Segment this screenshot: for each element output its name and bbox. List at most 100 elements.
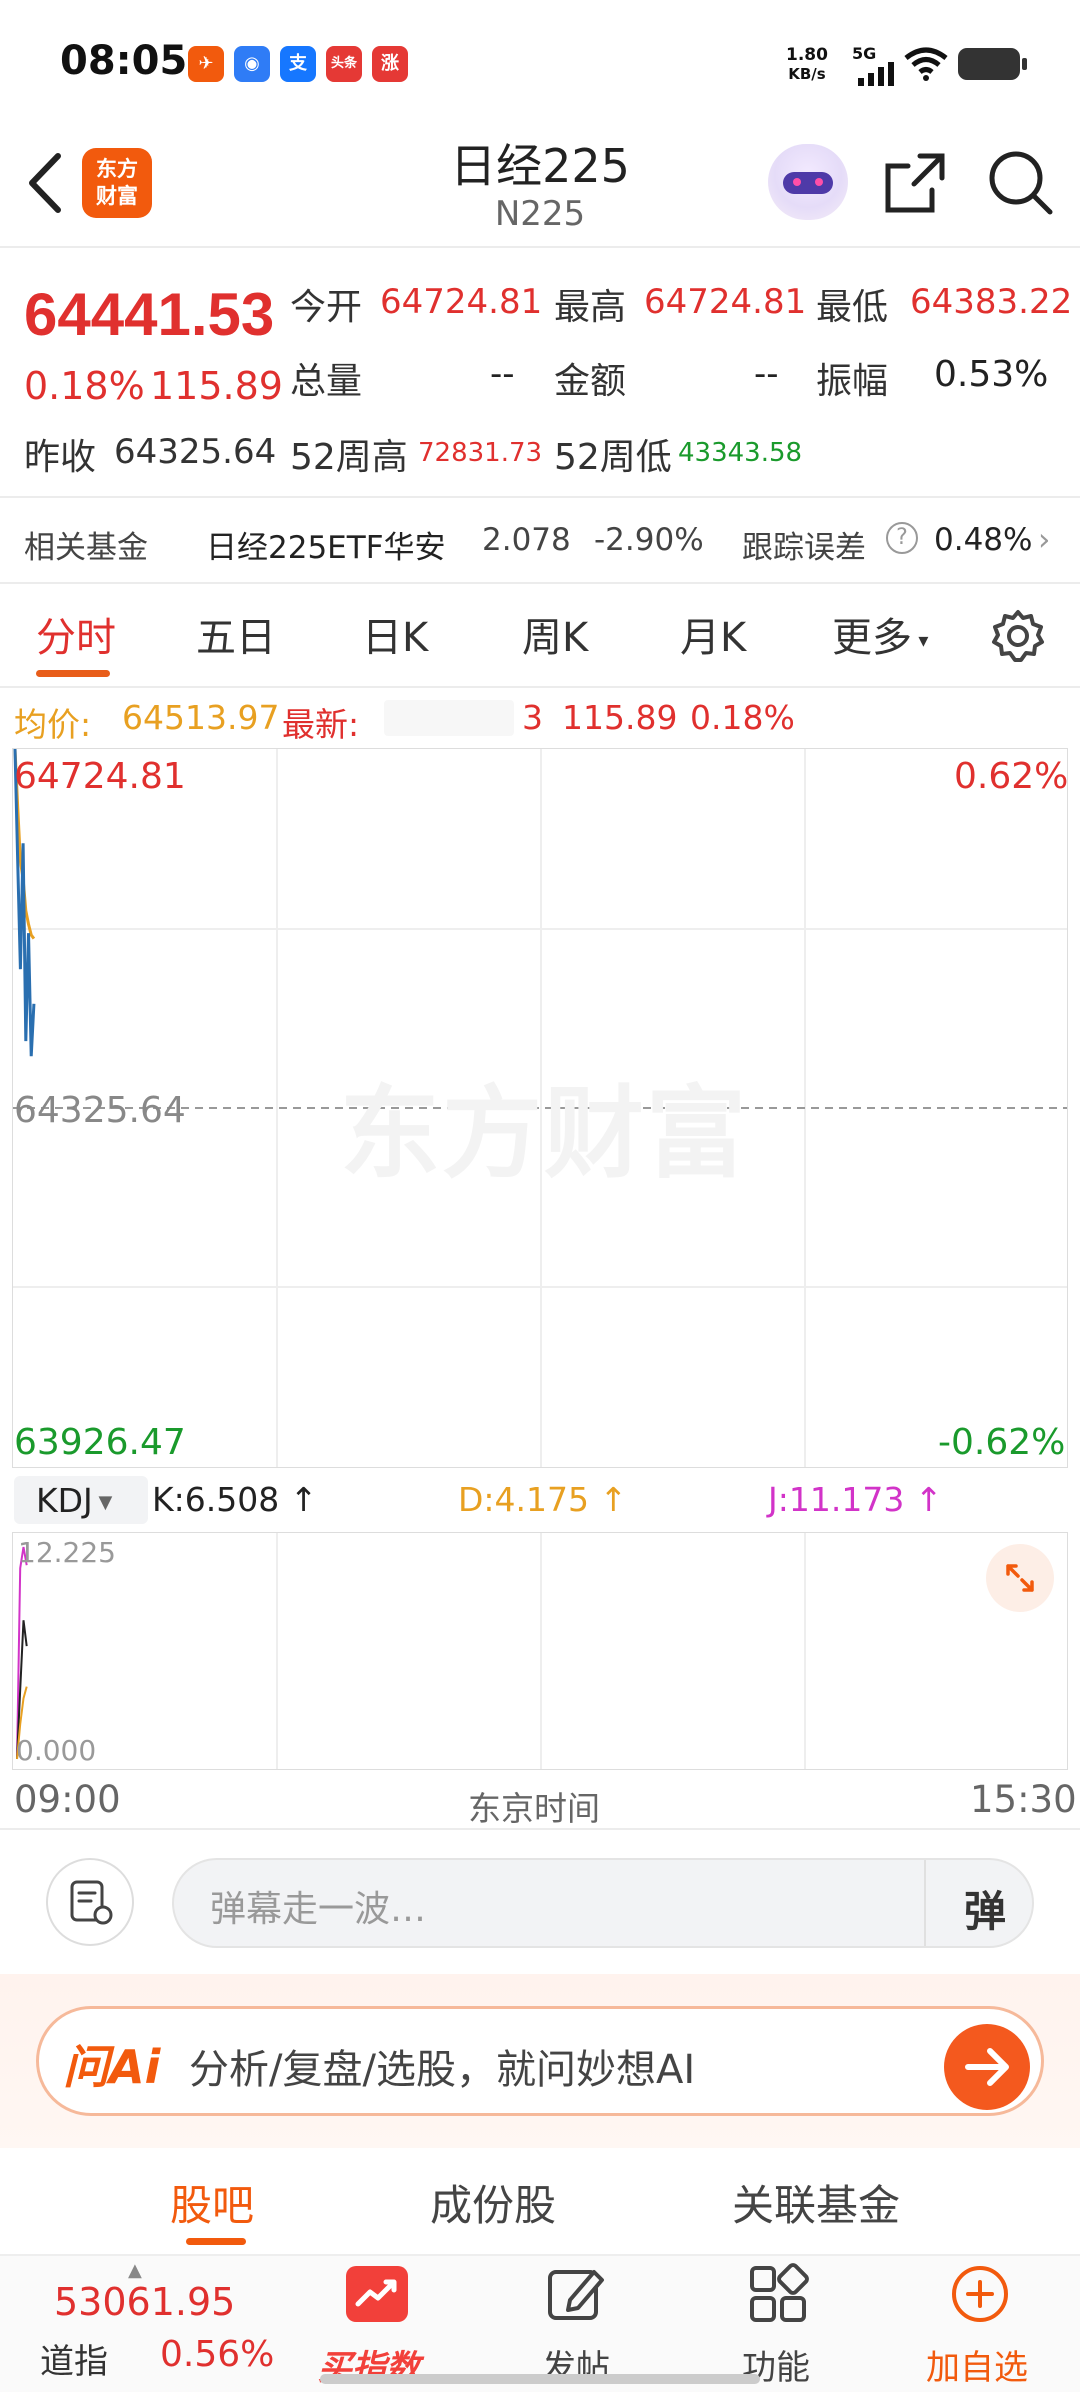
amount-label: 金额 — [554, 361, 627, 402]
high-value: 64724.81 — [644, 282, 807, 322]
expand-button[interactable] — [986, 1544, 1054, 1612]
dropdown-icon: ▾ — [912, 628, 929, 652]
pct-bottom-label: -0.62% — [938, 1422, 1066, 1463]
time-zone-label: 东京时间 — [468, 1789, 600, 1828]
fund-name[interactable]: 日经225ETF华安 — [206, 522, 446, 567]
tracking-error-value: 0.48% — [934, 522, 1033, 558]
apps-grid-icon — [750, 2263, 809, 2322]
dow-pct: 0.56% — [160, 2334, 275, 2375]
y-mid-label: 64325.64 — [14, 1090, 186, 1131]
danmaku-settings-icon — [70, 1880, 113, 1925]
volume-value: -- — [490, 354, 515, 394]
chevron-right-icon: › — [1038, 522, 1051, 558]
status-bar: 08:05 ✈ ◉ 支 头条 涨 1.80 KB/s 5G — [0, 0, 1080, 128]
subtab-guba[interactable]: 股吧 — [170, 2172, 254, 2233]
dow-value[interactable]: 53061.95 — [54, 2280, 235, 2324]
tracking-error-label: 跟踪误差 — [742, 530, 866, 566]
caret-up-icon: ▲ — [128, 2260, 142, 2281]
tab-five-day[interactable]: 五日 — [196, 605, 276, 663]
volume-label: 总量 — [290, 361, 363, 402]
change-amount: 115.89 — [150, 364, 283, 408]
high-label: 最高 — [554, 287, 627, 328]
fund-change: -2.90% — [594, 522, 704, 558]
add-watchlist-button[interactable]: 加自选 — [926, 2340, 1028, 2389]
week52-high-value: 72831.73 — [418, 438, 543, 468]
indicator-selector[interactable]: KDJ ▼ — [14, 1476, 148, 1524]
kdj-y-bottom: 0.000 — [16, 1734, 97, 1767]
kdj-chart-svg — [16, 1533, 806, 1769]
week52-low-label: 52周低 — [554, 437, 672, 478]
buy-index-icon — [346, 2266, 408, 2322]
stock-code: N225 — [494, 194, 586, 234]
y-bottom-label: 63926.47 — [14, 1422, 186, 1463]
latest-label: 最新: — [282, 705, 360, 744]
open-label: 今开 — [290, 287, 363, 328]
open-value: 64724.81 — [380, 282, 543, 322]
fund-price: 2.078 — [482, 522, 571, 558]
page-title: 日经225 — [450, 139, 630, 193]
tabs-divider — [0, 686, 1080, 688]
tab-monthly-k[interactable]: 月K — [680, 605, 746, 663]
tab-intraday[interactable]: 分时 — [36, 605, 116, 663]
ai-ask-bar[interactable]: 问Ai 分析/复盘/选股，就问妙想AI — [36, 2006, 1044, 2116]
time-end: 15:30 — [970, 1778, 1077, 1821]
alipay-icon: 支 — [280, 46, 316, 82]
latest-pct: 0.18% — [690, 698, 795, 737]
kdj-j-value: J:11.173 ↑ — [768, 1480, 943, 1519]
kdj-d-value: D:4.175 ↑ — [458, 1480, 628, 1519]
dropdown-icon: ▼ — [92, 1492, 113, 1513]
pct-top-label: 0.62% — [954, 756, 1069, 797]
network-speed: 1.80 KB/s — [786, 45, 828, 84]
low-label: 最低 — [816, 287, 889, 328]
time-start: 09:00 — [14, 1778, 121, 1821]
toutiao-icon: 头条 — [326, 46, 362, 82]
battery-icon — [958, 48, 1027, 80]
change-percent: 0.18% — [24, 364, 145, 408]
subtab-active-indicator — [186, 2238, 246, 2245]
amount-value: -- — [754, 354, 779, 394]
kdj-grid — [276, 1533, 806, 1769]
danmaku-toggle-button[interactable]: 弹 — [964, 1878, 1006, 1939]
app-logo: 东方 财富 — [82, 148, 152, 218]
danmaku-input[interactable]: 弹幕走一波… 弹 — [172, 1858, 1034, 1948]
prev-close-value: 64325.64 — [114, 432, 277, 472]
kdj-y-top: 12.225 — [18, 1536, 116, 1569]
tab-weekly-k[interactable]: 周K — [522, 605, 588, 663]
watermark: 东方财富 — [340, 1075, 748, 1192]
settings-gear-icon[interactable] — [990, 608, 1046, 664]
wifi-icon — [904, 47, 948, 81]
arrow-right-icon — [965, 2048, 1009, 2086]
header-divider — [0, 246, 1080, 248]
zhang-icon: 涨 — [372, 46, 408, 82]
amplitude-label: 振幅 — [816, 361, 889, 402]
avg-price-label: 均价: — [14, 705, 92, 744]
prev-close-label: 昨收 — [24, 437, 97, 478]
status-time: 08:05 — [60, 38, 188, 84]
subtab-related-funds[interactable]: 关联基金 — [732, 2172, 900, 2233]
tab-daily-k[interactable]: 日K — [362, 605, 428, 663]
y-top-label: 64724.81 — [14, 756, 186, 797]
danmaku-list-button[interactable] — [46, 1858, 134, 1946]
share-icon[interactable] — [880, 148, 950, 218]
back-button[interactable] — [22, 150, 72, 216]
dow-name[interactable]: 道指 — [40, 2334, 108, 2383]
edit-post-icon — [548, 2270, 604, 2320]
low-value: 64383.22 — [910, 282, 1073, 322]
bird-app-icon: ✈ — [188, 46, 224, 82]
current-price: 64441.53 — [24, 281, 275, 348]
help-icon[interactable]: ? — [886, 522, 918, 554]
subtab-constituents[interactable]: 成份股 — [430, 2172, 556, 2233]
search-icon[interactable] — [986, 148, 1056, 218]
network-type: 5G — [852, 44, 877, 63]
fund-label: 相关基金 — [24, 530, 148, 566]
expand-icon — [1006, 1564, 1034, 1592]
kdj-k-value: K:6.508 ↑ — [152, 1480, 318, 1519]
fund-divider — [0, 582, 1080, 584]
tab-active-indicator — [36, 670, 110, 677]
ai-go-button[interactable] — [944, 2024, 1030, 2110]
home-indicator — [320, 2374, 760, 2384]
tab-more[interactable]: 更多 ▾ — [832, 605, 928, 663]
ai-robot-icon[interactable] — [768, 144, 848, 220]
amplitude-value: 0.53% — [934, 354, 1049, 395]
kdj-chart[interactable] — [12, 1532, 1068, 1770]
